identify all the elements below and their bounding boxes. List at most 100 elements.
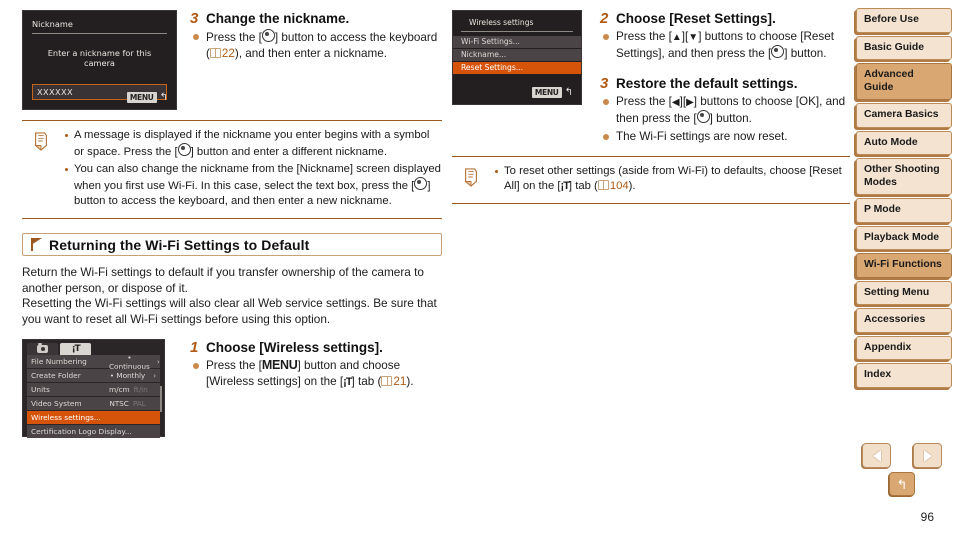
table-row[interactable]: File Numbering • Continuous › <box>27 352 160 371</box>
nickname-screen-title: Nickname <box>32 19 167 34</box>
row-value: • Continuous <box>109 352 150 371</box>
menu-rows: File Numbering • Continuous › Create Fol… <box>23 352 164 438</box>
row-value-inactive: PAL <box>132 399 146 408</box>
func-button-icon <box>261 29 275 42</box>
sidebar-item-label: Setting Menu <box>864 286 930 298</box>
sidebar-item-label: Before Use <box>864 14 919 25</box>
step3-bullets: Press the [] button to access the keyboa… <box>190 29 442 61</box>
row-value: NTSC PAL <box>109 399 146 408</box>
table-row-selected[interactable]: Wireless settings... <box>27 411 160 424</box>
step2-title: Choose [Reset Settings]. <box>616 11 776 26</box>
page-reference[interactable]: 22 <box>209 46 235 60</box>
menu-button-label: MENU <box>531 87 562 98</box>
page-navigation-controls: ↰ <box>862 443 942 496</box>
table-row[interactable]: Video System NTSC PAL <box>27 397 160 410</box>
sidebar-item-label: P Mode <box>864 204 901 215</box>
sidebar-item-auto-mode[interactable]: Auto Mode <box>856 130 952 155</box>
sidebar-item-other-shooting-modes[interactable]: Other Shooting Modes <box>856 158 952 195</box>
func-button-icon <box>177 143 191 156</box>
left-button-icon: ◀ <box>671 97 680 108</box>
wireless-menu-back: MENU ↰ <box>531 86 573 98</box>
step2-bullets: Press the [▲][▼] buttons to choose [Rese… <box>600 29 850 61</box>
func-button-icon <box>696 109 710 123</box>
back-row: ↰ <box>862 472 942 496</box>
sidebar-item-playback-mode[interactable]: Playback Mode <box>856 225 952 250</box>
step1-heading: 1 Choose [Wireless settings]. <box>190 339 442 356</box>
prev-page-button[interactable] <box>862 443 891 468</box>
wrench-tab-icon: ¡T <box>71 343 81 354</box>
sidebar-item-camera-basics[interactable]: Camera Basics <box>856 103 952 128</box>
note-list: To reset other settings (aside from Wi-F… <box>494 164 850 194</box>
settings-menu-screen-container: ¡T File Numbering • Continuous › Create … <box>22 339 182 438</box>
sidebar-item-accessories[interactable]: Accessories <box>856 308 952 333</box>
book-icon <box>381 375 393 386</box>
list-item: A message is displayed if the nickname y… <box>64 128 442 160</box>
step3r-title: Restore the default settings. <box>616 76 798 91</box>
step-block-choose-reset-settings: Wireless settings Wi-Fi Settings... Nick… <box>452 10 850 148</box>
sidebar-item-label: Other Shooting Modes <box>864 164 940 188</box>
right-button-icon: ▶ <box>686 97 694 108</box>
row-value: • Monthly <box>109 371 146 380</box>
sidebar-item-p-mode[interactable]: P Mode <box>856 198 952 223</box>
step1-text: 1 Choose [Wireless settings]. Press the … <box>182 339 442 393</box>
step1-bullets: Press the [MENU] button and choose [Wire… <box>190 358 442 390</box>
scrollbar[interactable] <box>160 386 162 412</box>
page-reference[interactable]: 21 <box>381 375 406 388</box>
sidebar-navigation: Before Use Basic Guide Advanced Guide Ca… <box>856 8 952 391</box>
row-value: m/cm ft/in <box>109 385 148 394</box>
step3r-number: 3 <box>600 75 609 92</box>
step2-heading: 2 Choose [Reset Settings]. <box>600 10 850 27</box>
sidebar-item-advanced-guide[interactable]: Advanced Guide <box>856 63 952 100</box>
bullet-text-pre: Press the [ <box>616 30 672 43</box>
back-button[interactable]: ↰ <box>889 472 915 496</box>
next-page-button[interactable] <box>913 443 942 468</box>
list-item[interactable]: Wi-Fi Settings... <box>453 36 581 48</box>
table-row[interactable]: Certification Logo Display... <box>27 425 160 438</box>
step3-text: 3 Change the nickname. Press the [] butt… <box>182 10 442 64</box>
nickname-screen-prompt: Enter a nickname for this camera <box>47 48 152 68</box>
sidebar-item-label: Auto Mode <box>864 136 918 148</box>
right-column: Wireless settings Wi-Fi Settings... Nick… <box>452 10 850 204</box>
chevron-right-icon: › <box>156 357 160 366</box>
list-item: Press the [MENU] button and choose [Wire… <box>190 358 442 390</box>
note-text-pre: To reset other settings (aside from Wi-F… <box>504 164 842 192</box>
camera-screen-nickname: Nickname Enter a nickname for this camer… <box>22 10 177 110</box>
sidebar-item-label: Wi-Fi Functions <box>864 259 942 270</box>
back-arrow-icon: ↰ <box>896 476 908 492</box>
table-row[interactable]: Units m/cm ft/in <box>27 383 160 396</box>
tab-settings-wrench[interactable]: ¡T <box>60 343 91 355</box>
sidebar-item-wifi-functions[interactable]: Wi-Fi Functions <box>856 253 952 278</box>
list-item: You can also change the nickname from th… <box>64 162 442 209</box>
triangle-right-icon <box>923 449 932 462</box>
back-arrow-icon: ↰ <box>159 91 168 103</box>
sidebar-item-label: Index <box>864 369 892 380</box>
list-item-selected[interactable]: Reset Settings... <box>453 62 581 74</box>
sidebar-item-before-use[interactable]: Before Use <box>856 8 952 33</box>
row-label: Certification Logo Display... <box>31 427 132 436</box>
back-arrow-icon: ↰ <box>564 86 573 98</box>
nickname-screen-container: Nickname Enter a nickname for this camer… <box>22 10 182 110</box>
sidebar-item-setting-menu[interactable]: Setting Menu <box>856 280 952 305</box>
row-value-active: NTSC <box>109 399 129 408</box>
note-list: A message is displayed if the nickname y… <box>64 128 442 209</box>
sidebar-item-appendix[interactable]: Appendix <box>856 335 952 360</box>
table-row[interactable]: Create Folder • Monthly › <box>27 369 160 382</box>
page-reference-number: 22 <box>221 46 235 60</box>
sidebar-item-basic-guide[interactable]: Basic Guide <box>856 35 952 60</box>
list-item[interactable]: Nickname... <box>453 49 581 61</box>
pencil-icon <box>34 132 47 151</box>
row-label: Create Folder <box>31 371 81 380</box>
row-label: Video System <box>31 399 82 408</box>
sidebar-item-index[interactable]: Index <box>856 363 952 388</box>
page-reference[interactable]: 104 <box>597 179 629 192</box>
triangle-left-icon <box>872 449 881 462</box>
step3-heading: 3 Change the nickname. <box>190 10 442 27</box>
menu-button-icon: MENU <box>261 358 298 372</box>
bullet-text-post: ). <box>406 374 414 388</box>
list-item: Press the [] button to access the keyboa… <box>190 29 442 61</box>
bullet-text-post: ] button. <box>709 111 752 125</box>
func-button-icon <box>771 44 785 58</box>
section-paragraph-1: Return the Wi-Fi settings to default if … <box>22 265 424 295</box>
tab-camera[interactable] <box>27 343 58 355</box>
nickname-menu-back: MENU ↰ <box>126 91 168 103</box>
